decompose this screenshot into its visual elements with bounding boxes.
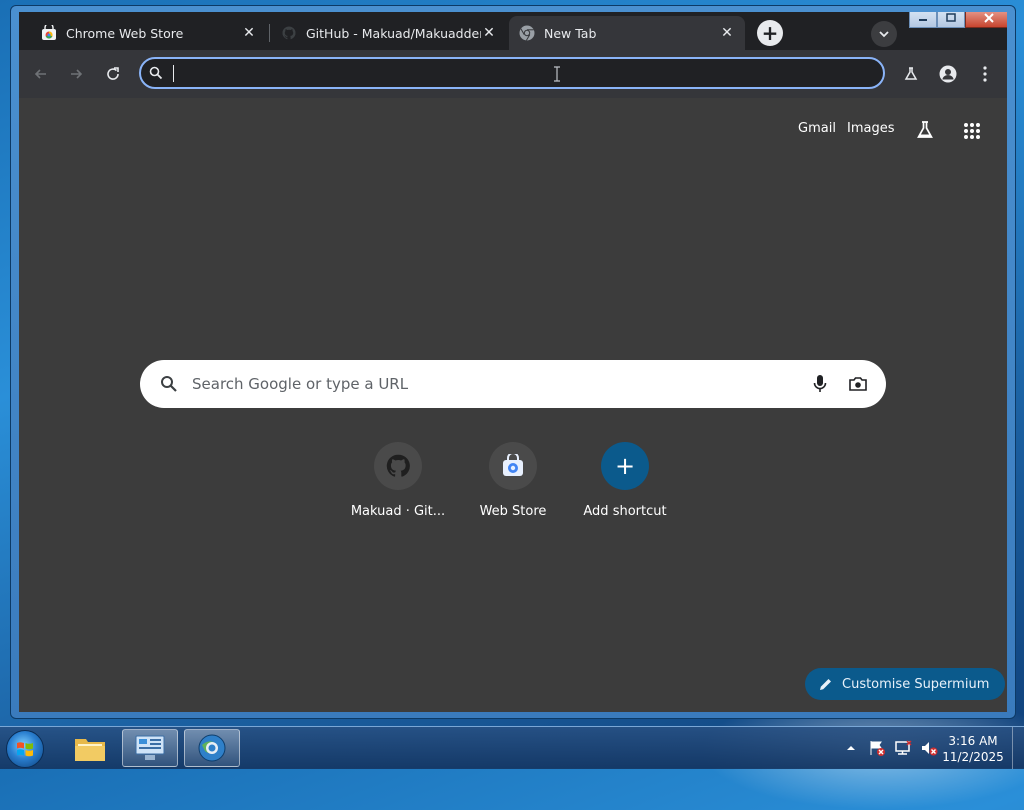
close-tab-icon[interactable]: ✕ (241, 25, 257, 41)
microphone-icon[interactable] (812, 374, 828, 394)
chrome-icon (519, 25, 535, 41)
volume-muted-icon[interactable] (920, 739, 938, 757)
taskbar-control-panel[interactable] (122, 729, 178, 767)
images-link[interactable]: Images (847, 121, 895, 136)
github-icon (281, 25, 297, 41)
search-placeholder: Search Google or type a URL (192, 375, 409, 393)
flask-icon (904, 67, 918, 80)
camera-icon[interactable] (848, 374, 868, 394)
system-tray (846, 727, 938, 769)
tab-title: New Tab (544, 25, 597, 41)
text-caret (173, 65, 174, 82)
network-icon[interactable] (894, 739, 912, 757)
tab-new-tab[interactable]: New Tab ✕ (509, 16, 745, 50)
labs-button[interactable] (901, 64, 921, 84)
reload-button[interactable] (103, 64, 123, 84)
search-icon (149, 66, 163, 80)
profile-button[interactable] (938, 64, 958, 84)
new-tab-button[interactable]: + (757, 20, 783, 46)
tab-chrome-web-store[interactable]: Chrome Web Store ✕ (31, 16, 267, 50)
shortcut-label: Makuad · Git... (350, 504, 446, 519)
plus-icon: + (601, 442, 649, 490)
address-input[interactable] (171, 63, 855, 85)
browser-globe-icon (198, 734, 226, 762)
new-tab-page: Gmail Images Search Google or type a URL (19, 98, 1007, 712)
close-window-button[interactable] (965, 12, 1007, 28)
add-shortcut-button[interactable]: + Add shortcut (569, 442, 681, 519)
show-desktop-button[interactable] (1012, 727, 1024, 769)
taskbar-browser[interactable] (184, 729, 240, 767)
browser-window: Chrome Web Store ✕ GitHub - Makuad/Makua… (10, 5, 1016, 719)
gmail-link[interactable]: Gmail (798, 121, 836, 136)
clock-time: 3:16 AM (948, 734, 998, 748)
start-button[interactable] (6, 730, 44, 768)
show-hidden-icons-icon[interactable] (846, 743, 856, 753)
forward-arrow-icon (71, 69, 83, 79)
profile-icon (939, 65, 957, 83)
taskbar: 3:16 AM 11/2/2025 (0, 726, 1024, 769)
text-cursor-icon (554, 66, 560, 82)
minimize-icon (919, 19, 927, 21)
chevron-down-icon (879, 31, 889, 38)
close-tab-icon[interactable]: ✕ (719, 25, 735, 41)
shortcut-github[interactable]: Makuad · Git... (342, 442, 454, 519)
maximize-button[interactable] (937, 12, 965, 28)
window-controls (909, 12, 1007, 28)
reload-icon (107, 67, 119, 80)
search-icon (161, 376, 177, 392)
taskbar-clock[interactable]: 3:16 AM 11/2/2025 (940, 733, 1006, 765)
flask-icon[interactable] (915, 120, 935, 140)
github-icon (386, 454, 410, 477)
menu-button[interactable] (975, 64, 995, 84)
tab-separator (269, 24, 270, 42)
back-arrow-icon (34, 69, 46, 79)
shortcut-label: Add shortcut (583, 504, 667, 519)
tab-strip: Chrome Web Store ✕ GitHub - Makuad/Makua… (19, 12, 1007, 50)
tab-title: Chrome Web Store (66, 25, 184, 41)
google-search-box[interactable]: Search Google or type a URL (140, 360, 886, 408)
chrome-web-store-icon (42, 25, 56, 40)
windows-logo-icon (17, 742, 33, 757)
browser-toolbar (19, 50, 1007, 98)
customise-label: Customise Supermium (842, 676, 990, 692)
control-panel-icon (135, 735, 165, 760)
web-store-icon (503, 454, 523, 476)
shortcut-icon-circle (374, 442, 422, 490)
tab-search-button[interactable] (871, 21, 897, 47)
address-bar[interactable] (139, 57, 885, 89)
tab-title: GitHub - Makuad/Makuadderly (306, 25, 481, 41)
apps-grid-icon[interactable] (963, 122, 981, 140)
shortcut-web-store[interactable]: Web Store (457, 442, 569, 519)
pencil-icon (820, 679, 831, 690)
customise-button[interactable]: Customise Supermium (805, 668, 1006, 700)
shortcut-icon-circle (489, 442, 537, 490)
minimize-button[interactable] (909, 12, 937, 28)
forward-button[interactable] (66, 64, 86, 84)
shortcut-label: Web Store (479, 504, 547, 519)
tab-github[interactable]: GitHub - Makuad/Makuadderly ✕ (271, 16, 507, 50)
close-icon (984, 13, 994, 23)
maximize-icon (946, 13, 956, 22)
back-button[interactable] (31, 64, 51, 84)
action-center-icon[interactable] (868, 739, 886, 757)
taskbar-explorer[interactable] (62, 729, 118, 767)
close-tab-icon[interactable]: ✕ (481, 25, 497, 41)
folder-icon (75, 739, 105, 761)
clock-date: 11/2/2025 (942, 750, 1004, 764)
more-vertical-icon (983, 66, 987, 82)
